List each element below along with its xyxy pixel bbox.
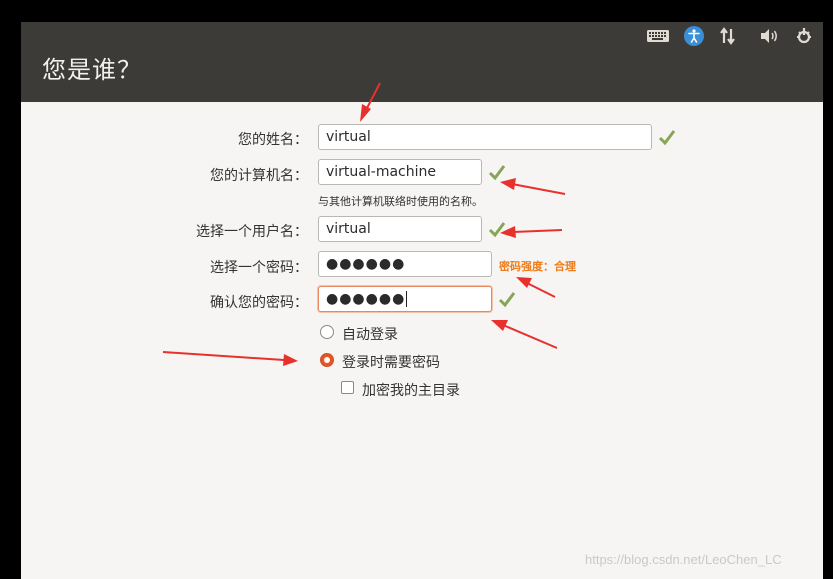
keyboard-icon[interactable]	[647, 26, 669, 46]
password-label: 选择一个密码：	[210, 260, 308, 276]
encrypt-home-checkbox[interactable]	[341, 381, 354, 394]
computer-name-label: 您的计算机名：	[210, 168, 308, 184]
confirm-password-input[interactable]: ●●●●●●	[318, 286, 492, 312]
computer-name-valid-check-icon	[488, 165, 506, 181]
confirm-password-value: ●●●●●●	[326, 291, 406, 307]
require-password-label[interactable]: 登录时需要密码	[342, 352, 440, 372]
settings-icon[interactable]	[793, 26, 815, 46]
name-input-value: virtual	[326, 129, 371, 145]
username-valid-check-icon	[488, 222, 506, 238]
network-icon[interactable]	[717, 26, 739, 46]
username-input[interactable]: virtual	[318, 216, 482, 242]
accessibility-icon[interactable]	[683, 26, 705, 46]
installer-window: 您是谁？ 您的姓名： virtual 您的计算机名： virtual-machi…	[21, 22, 823, 579]
name-input[interactable]: virtual	[318, 124, 652, 150]
password-input[interactable]: ●●●●●●	[318, 251, 492, 277]
password-strength: 密码强度：合理	[499, 260, 576, 273]
encrypt-home-label[interactable]: 加密我的主目录	[362, 380, 460, 400]
name-label: 您的姓名：	[238, 132, 308, 148]
auto-login-radio[interactable]	[320, 325, 334, 339]
watermark: https://blog.csdn.net/LeoChen_LC	[585, 552, 782, 567]
page-title: 您是谁？	[42, 56, 142, 84]
confirm-password-valid-check-icon	[498, 292, 516, 308]
computer-name-value: virtual-machine	[326, 164, 436, 180]
password-value: ●●●●●●	[326, 256, 406, 272]
top-panel	[21, 22, 823, 50]
volume-icon[interactable]	[759, 26, 781, 46]
require-password-radio[interactable]	[320, 353, 334, 367]
username-label: 选择一个用户名：	[196, 224, 308, 240]
confirm-password-label: 确认您的密码：	[210, 295, 308, 311]
page-header: 您是谁？	[21, 50, 823, 102]
computer-name-input[interactable]: virtual-machine	[318, 159, 482, 185]
auto-login-label[interactable]: 自动登录	[342, 324, 398, 344]
computer-name-hint: 与其他计算机联络时使用的名称。	[318, 195, 483, 208]
username-value: virtual	[326, 221, 371, 237]
name-valid-check-icon	[658, 130, 676, 146]
